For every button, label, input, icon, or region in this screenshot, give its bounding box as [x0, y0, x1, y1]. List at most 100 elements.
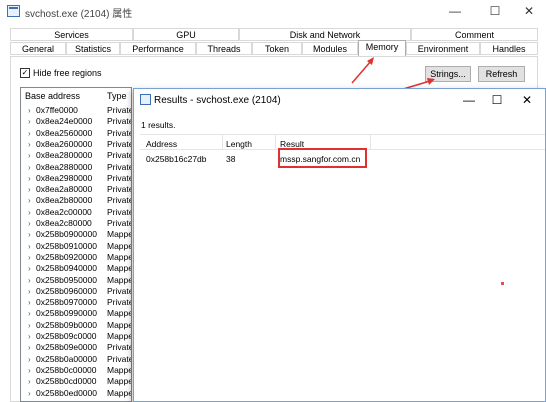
chevron-right-icon[interactable]: ›	[28, 150, 31, 161]
list-item-address: 0x258b0cd0000	[36, 376, 97, 387]
chevron-right-icon[interactable]: ›	[28, 207, 31, 218]
list-item-address: 0x258b09e0000	[36, 342, 97, 353]
list-item-address: 0x258b0c00000	[36, 364, 97, 375]
column-type[interactable]: Type	[107, 91, 127, 101]
hide-free-checkbox[interactable]: ✓	[20, 68, 30, 78]
list-item-type: Private	[107, 353, 132, 364]
chevron-right-icon[interactable]: ›	[28, 162, 31, 173]
list-item[interactable]: › 0x258b0950000 Mapped	[21, 274, 131, 286]
refresh-button[interactable]: Refresh	[478, 66, 525, 82]
tab-comment[interactable]: Comment	[411, 28, 538, 41]
chevron-right-icon[interactable]: ›	[28, 365, 31, 376]
chevron-right-icon[interactable]: ›	[28, 263, 31, 274]
list-item[interactable]: › 0x258b09e0000 Private	[21, 342, 131, 353]
tab-general[interactable]: General	[10, 42, 66, 55]
list-item[interactable]: › 0x258b09c0000 Mapped	[21, 331, 131, 342]
list-item[interactable]: › 0x7ffe0000 Private	[21, 105, 131, 116]
chevron-right-icon[interactable]: ›	[28, 184, 31, 195]
chevron-right-icon[interactable]: ›	[28, 241, 31, 252]
list-item-type: Mapped	[107, 274, 131, 285]
tab-performance[interactable]: Performance	[120, 42, 196, 55]
list-item-type: Private	[107, 297, 132, 308]
memory-list[interactable]: Base address Type › 0x7ffe0000 Private › 0x8…	[20, 87, 132, 402]
list-item[interactable]: › 0x258b0910000 Mapped	[21, 241, 131, 252]
list-item-address: 0x8ea2800000	[36, 150, 93, 161]
chevron-right-icon[interactable]: ›	[28, 297, 31, 308]
list-item[interactable]: › 0x8ea2980000 Private	[21, 172, 132, 184]
result-length: 38	[226, 154, 236, 164]
list-item[interactable]: › 0x8ea2560000 Private	[21, 128, 131, 139]
tab-memory[interactable]: Memory	[358, 40, 406, 56]
list-item[interactable]: › 0x8ea2600000 Private	[21, 139, 131, 150]
list-item-type: Mapped	[107, 376, 131, 387]
list-item[interactable]: › 0x8ea2c00000 Private	[21, 207, 131, 218]
list-item-address: 0x258b0950000	[36, 274, 97, 285]
chevron-right-icon[interactable]: ›	[28, 218, 31, 229]
results-minimize-button[interactable]: —	[454, 91, 484, 109]
tab-threads[interactable]: Threads	[196, 42, 252, 55]
list-item[interactable]: › 0x8ea2800000 Private	[21, 150, 131, 161]
list-item[interactable]: › 0x258b0990000 Mapped	[21, 308, 131, 319]
chevron-right-icon[interactable]: ›	[28, 275, 31, 286]
list-item[interactable]: › 0x8ea24e0000 Private	[21, 116, 131, 127]
list-item[interactable]: › 0x8ea2c80000 Private	[21, 218, 131, 229]
chevron-right-icon[interactable]: ›	[28, 128, 31, 139]
list-item[interactable]: › 0x258b0cd0000 Mapped	[21, 376, 131, 387]
list-item-type: Mapped	[107, 319, 131, 330]
list-item-address: 0x8ea2a80000	[36, 184, 93, 195]
chevron-right-icon[interactable]: ›	[28, 116, 31, 127]
chevron-right-icon[interactable]: ›	[28, 139, 31, 150]
tab-token[interactable]: Token	[252, 42, 302, 55]
chevron-right-icon[interactable]: ›	[28, 331, 31, 342]
results-maximize-button[interactable]: ☐	[482, 91, 512, 109]
chevron-right-icon[interactable]: ›	[28, 173, 31, 184]
chevron-right-icon[interactable]: ›	[28, 252, 31, 263]
results-count: 1 results.	[141, 120, 176, 130]
list-item[interactable]: › 0x258b0920000 Mapped	[21, 251, 131, 263]
chevron-right-icon[interactable]: ›	[28, 286, 31, 297]
column-length[interactable]: Length	[226, 139, 252, 149]
list-item-type: Mapped	[107, 387, 131, 398]
chevron-right-icon[interactable]: ›	[28, 229, 31, 240]
list-item[interactable]: › 0x258b0ed0000 Mapped	[21, 387, 131, 399]
tab-services[interactable]: Services	[10, 28, 133, 41]
tab-statistics[interactable]: Statistics	[66, 42, 120, 55]
chevron-right-icon[interactable]: ›	[28, 195, 31, 206]
list-item[interactable]: › 0x258b0970000 Private	[21, 297, 132, 308]
list-item[interactable]: › 0x8ea2b80000 Private	[21, 195, 132, 206]
maximize-button[interactable]: ☐	[481, 2, 509, 20]
results-table[interactable]: Address Length Result 0x258b16c27db 38 m…	[140, 134, 545, 402]
chevron-right-icon[interactable]: ›	[28, 105, 31, 116]
results-dialog: Results - svchost.exe (2104) — ☐ ✕ 1 res…	[133, 88, 546, 402]
list-item[interactable]: › 0x258b0900000 Mapped	[21, 229, 131, 240]
column-base-address[interactable]: Base address	[25, 91, 80, 101]
tab-gpu[interactable]: GPU	[133, 28, 239, 41]
results-close-button[interactable]: ✕	[512, 91, 542, 109]
chevron-right-icon[interactable]: ›	[28, 342, 31, 353]
chevron-right-icon[interactable]: ›	[28, 308, 31, 319]
close-button[interactable]: ✕	[515, 2, 543, 20]
list-item[interactable]: › 0x258b0940000 Mapped	[21, 263, 131, 274]
list-item-address: 0x8ea2c80000	[36, 218, 92, 228]
list-item-address: 0x258b0920000	[36, 251, 97, 262]
results-titlebar: Results - svchost.exe (2104) — ☐ ✕	[134, 89, 545, 111]
list-item-type: Private	[107, 172, 132, 183]
list-item[interactable]: › 0x258b09b0000 Mapped	[21, 319, 131, 331]
chevron-right-icon[interactable]: ›	[28, 354, 31, 365]
chevron-right-icon[interactable]: ›	[28, 388, 31, 399]
minimize-button[interactable]: —	[441, 2, 469, 20]
list-item[interactable]: › 0x258b0960000 Private	[21, 286, 131, 297]
list-item-address: 0x258b0940000	[36, 263, 97, 274]
list-item[interactable]: › 0x258b0a00000 Private	[21, 353, 132, 365]
chevron-right-icon[interactable]: ›	[28, 320, 31, 331]
result-highlight-box	[278, 148, 367, 168]
list-item-type: Private	[107, 195, 132, 206]
list-item[interactable]: › 0x8ea2880000 Private	[21, 162, 131, 173]
chevron-right-icon[interactable]: ›	[28, 376, 31, 387]
column-address[interactable]: Address	[146, 139, 177, 149]
tab-modules[interactable]: Modules	[302, 42, 358, 55]
tab-environment[interactable]: Environment	[406, 42, 480, 55]
tab-handles[interactable]: Handles	[480, 42, 538, 55]
list-item[interactable]: › 0x8ea2a80000 Private	[21, 184, 131, 195]
list-item[interactable]: › 0x258b0c00000 Mapped	[21, 364, 131, 376]
